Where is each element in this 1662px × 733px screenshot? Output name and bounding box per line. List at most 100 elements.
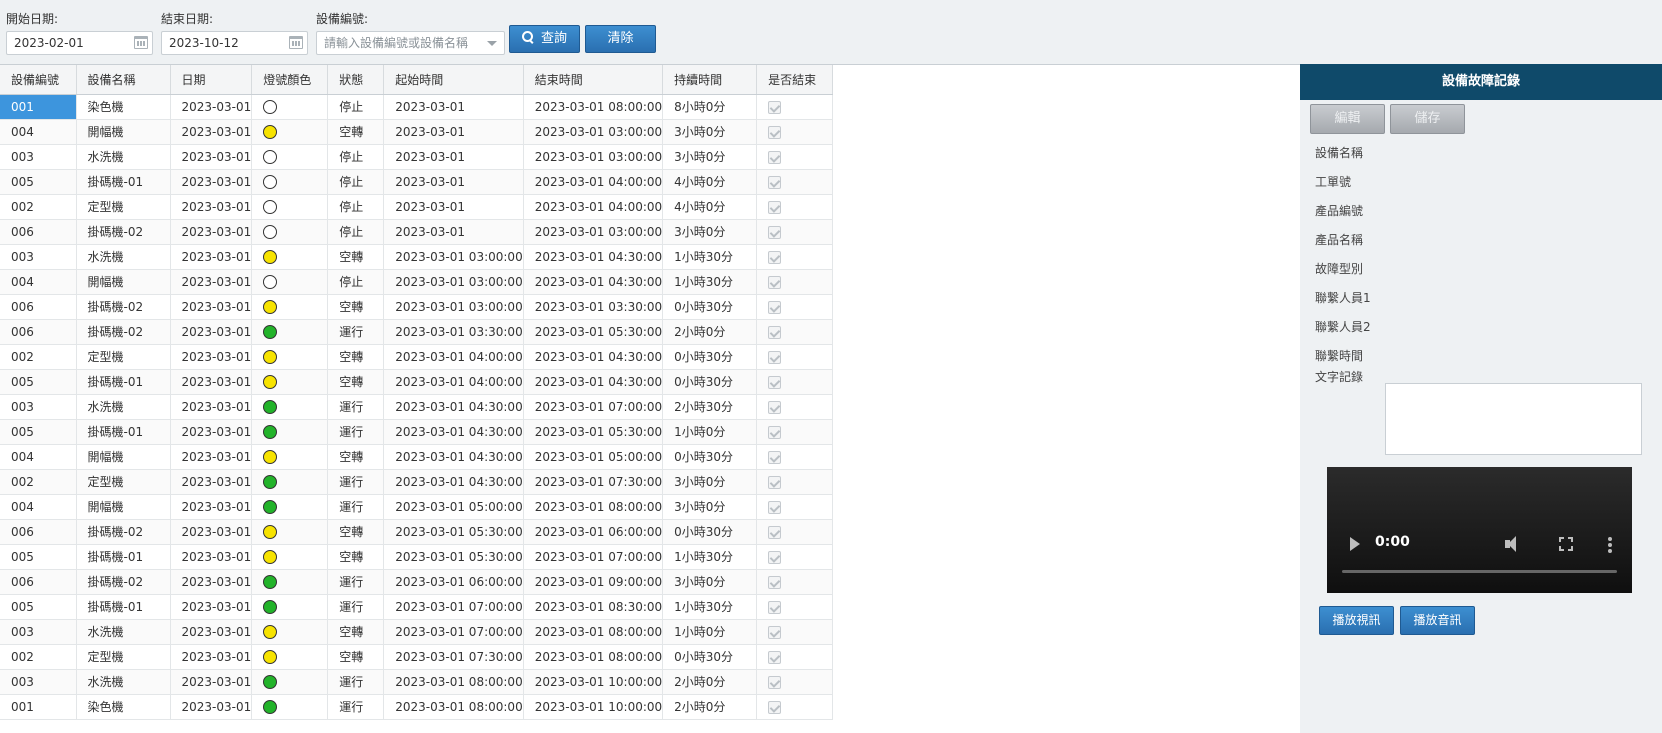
- cell-status[interactable]: 運行: [327, 669, 385, 695]
- cell-start[interactable]: 2023-03-01: [383, 94, 524, 120]
- cell-end[interactable]: 2023-03-01 04:00:00: [523, 194, 664, 220]
- text-record-field[interactable]: [1385, 383, 1642, 455]
- cell-name[interactable]: 水洗機: [76, 394, 171, 420]
- cell-start[interactable]: 2023-03-01 07:00:00: [383, 594, 524, 620]
- finished-checkbox[interactable]: [768, 475, 782, 489]
- cell-id[interactable]: 006: [0, 219, 77, 245]
- cell-end[interactable]: 2023-03-01 10:00:00: [523, 669, 664, 695]
- cell-finished[interactable]: [756, 219, 834, 245]
- cell-lamp[interactable]: [251, 194, 329, 220]
- cell-lamp[interactable]: [251, 394, 329, 420]
- cell-duration[interactable]: 1小時30分: [662, 244, 758, 270]
- table-row[interactable]: 006 掛碼機-02 2023-03-01 運行 2023-03-01 03:30:00…: [0, 319, 834, 345]
- cell-start[interactable]: 2023-03-01 06:00:00: [383, 569, 524, 595]
- cell-id[interactable]: 004: [0, 494, 77, 520]
- cell-id[interactable]: 003: [0, 394, 77, 420]
- cell-end[interactable]: 2023-03-01 04:30:00: [523, 269, 664, 295]
- cell-end[interactable]: 2023-03-01 05:30:00: [523, 419, 664, 445]
- cell-date[interactable]: 2023-03-01: [170, 344, 253, 370]
- play-icon[interactable]: [1350, 537, 1360, 551]
- cell-finished[interactable]: [756, 469, 834, 495]
- cell-end[interactable]: 2023-03-01 08:00:00: [523, 494, 664, 520]
- cell-name[interactable]: 水洗機: [76, 669, 171, 695]
- cell-date[interactable]: 2023-03-01: [170, 519, 253, 545]
- cell-status[interactable]: 空轉: [327, 244, 385, 270]
- cell-duration[interactable]: 1小時0分: [662, 619, 758, 645]
- cell-finished[interactable]: [756, 319, 834, 345]
- cell-name[interactable]: 掛碼機-02: [76, 569, 171, 595]
- cell-id[interactable]: 001: [0, 694, 77, 720]
- cell-date[interactable]: 2023-03-01: [170, 419, 253, 445]
- finished-checkbox[interactable]: [768, 425, 782, 439]
- cell-start[interactable]: 2023-03-01 08:00:00: [383, 694, 524, 720]
- cell-id[interactable]: 004: [0, 269, 77, 295]
- cell-date[interactable]: 2023-03-01: [170, 219, 253, 245]
- cell-name[interactable]: 掛碼機-02: [76, 319, 171, 345]
- cell-id[interactable]: 005: [0, 369, 77, 395]
- cell-start[interactable]: 2023-03-01 05:30:00: [383, 519, 524, 545]
- cell-finished[interactable]: [756, 494, 834, 520]
- column-header[interactable]: 設備編號: [0, 65, 77, 95]
- cell-duration[interactable]: 0小時30分: [662, 369, 758, 395]
- cell-end[interactable]: 2023-03-01 08:00:00: [523, 94, 664, 120]
- column-header[interactable]: 持續時間: [662, 65, 758, 95]
- table-row[interactable]: 005 掛碼機-01 2023-03-01 運行 2023-03-01 04:30:00…: [0, 419, 834, 445]
- cell-finished[interactable]: [756, 419, 834, 445]
- cell-name[interactable]: 開幅機: [76, 119, 171, 145]
- column-header[interactable]: 起始時間: [383, 65, 524, 95]
- cell-end[interactable]: 2023-03-01 04:30:00: [523, 344, 664, 370]
- cell-finished[interactable]: [756, 669, 834, 695]
- table-row[interactable]: 001 染色機 2023-03-01 停止 2023-03-01 2023-03-01 0…: [0, 94, 834, 120]
- cell-date[interactable]: 2023-03-01: [170, 569, 253, 595]
- table-row[interactable]: 006 掛碼機-02 2023-03-01 運行 2023-03-01 06:00:00…: [0, 569, 834, 595]
- cell-id[interactable]: 002: [0, 194, 77, 220]
- cell-date[interactable]: 2023-03-01: [170, 169, 253, 195]
- cell-end[interactable]: 2023-03-01 09:00:00: [523, 569, 664, 595]
- edit-button[interactable]: 編輯: [1310, 104, 1385, 134]
- cell-id[interactable]: 003: [0, 669, 77, 695]
- cell-finished[interactable]: [756, 619, 834, 645]
- cell-name[interactable]: 掛碼機-01: [76, 594, 171, 620]
- cell-status[interactable]: 運行: [327, 469, 385, 495]
- finished-checkbox[interactable]: [768, 150, 782, 164]
- cell-date[interactable]: 2023-03-01: [170, 469, 253, 495]
- cell-duration[interactable]: 0小時30分: [662, 294, 758, 320]
- table-row[interactable]: 006 掛碼機-02 2023-03-01 空轉 2023-03-01 03:00:00…: [0, 294, 834, 320]
- calendar-icon[interactable]: [134, 36, 148, 49]
- cell-name[interactable]: 掛碼機-01: [76, 544, 171, 570]
- cell-finished[interactable]: [756, 694, 834, 720]
- cell-finished[interactable]: [756, 194, 834, 220]
- cell-status[interactable]: 運行: [327, 494, 385, 520]
- table-row[interactable]: 005 掛碼機-01 2023-03-01 停止 2023-03-01 2023-03-0…: [0, 169, 834, 195]
- cell-start[interactable]: 2023-03-01: [383, 144, 524, 170]
- table-row[interactable]: 003 水洗機 2023-03-01 運行 2023-03-01 08:00:00 202…: [0, 669, 834, 695]
- table-row[interactable]: 002 定型機 2023-03-01 停止 2023-03-01 2023-03-01 0…: [0, 194, 834, 220]
- cell-name[interactable]: 掛碼機-01: [76, 419, 171, 445]
- table-row[interactable]: 004 開幅機 2023-03-01 空轉 2023-03-01 04:30:00 202…: [0, 444, 834, 470]
- cell-status[interactable]: 運行: [327, 694, 385, 720]
- finished-checkbox[interactable]: [768, 300, 782, 314]
- finished-checkbox[interactable]: [768, 625, 782, 639]
- finished-checkbox[interactable]: [768, 200, 782, 214]
- more-options-icon[interactable]: [1608, 537, 1612, 553]
- cell-name[interactable]: 掛碼機-02: [76, 519, 171, 545]
- cell-duration[interactable]: 3小時0分: [662, 219, 758, 245]
- cell-id[interactable]: 006: [0, 319, 77, 345]
- cell-name[interactable]: 水洗機: [76, 144, 171, 170]
- cell-lamp[interactable]: [251, 219, 329, 245]
- cell-start[interactable]: 2023-03-01: [383, 169, 524, 195]
- cell-name[interactable]: 開幅機: [76, 444, 171, 470]
- cell-start[interactable]: 2023-03-01 05:30:00: [383, 544, 524, 570]
- column-header[interactable]: 結束時間: [523, 65, 664, 95]
- cell-date[interactable]: 2023-03-01: [170, 694, 253, 720]
- end-date-input[interactable]: 2023-10-12: [161, 31, 308, 55]
- cell-finished[interactable]: [756, 544, 834, 570]
- cell-date[interactable]: 2023-03-01: [170, 644, 253, 670]
- save-button[interactable]: 儲存: [1390, 104, 1465, 134]
- cell-date[interactable]: 2023-03-01: [170, 319, 253, 345]
- cell-lamp[interactable]: [251, 94, 329, 120]
- column-header[interactable]: 是否結束: [756, 65, 834, 95]
- cell-end[interactable]: 2023-03-01 08:30:00: [523, 594, 664, 620]
- cell-end[interactable]: 2023-03-01 04:30:00: [523, 369, 664, 395]
- cell-start[interactable]: 2023-03-01 07:00:00: [383, 619, 524, 645]
